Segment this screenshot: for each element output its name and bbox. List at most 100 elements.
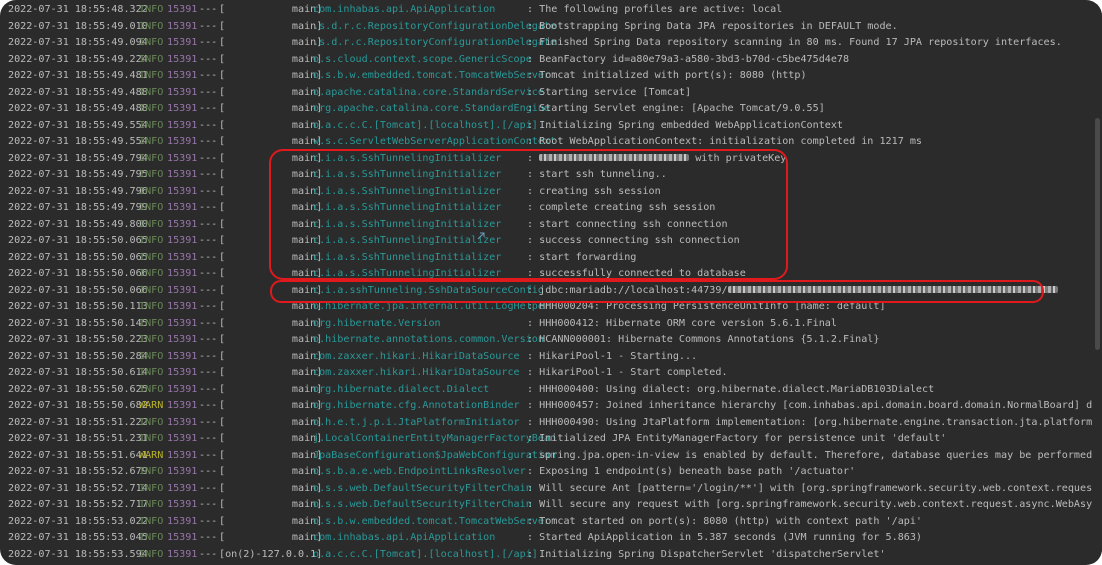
log-thread: [ main] (219, 119, 323, 131)
log-timestamp: 2022-07-31 18:55:49.488 (8, 103, 148, 114)
log-logger: org.apache.catalina.core.StandardEngine (313, 103, 551, 114)
log-separator: --- (199, 152, 218, 164)
log-logger: com.zaxxer.hikari.HikariDataSource (313, 350, 520, 362)
log-logger: o.s.b.w.embedded.tomcat.TomcatWebServer (313, 515, 551, 527)
log-message: : Will secure any request with [org.spri… (527, 499, 1092, 510)
log-line: 2022-07-31 18:55:49.799 INFO 15391 ---[ mai… (0, 200, 1092, 217)
log-level: INFO (139, 103, 164, 114)
log-separator: --- (199, 4, 218, 15)
log-timestamp: 2022-07-31 18:55:49.224 (8, 53, 148, 65)
log-separator: --- (199, 466, 218, 477)
log-timestamp: 2022-07-31 18:55:53.022 (8, 515, 148, 527)
scrollbar-thumb[interactable] (1095, 118, 1100, 350)
log-pid: 15391 (167, 103, 198, 114)
log-logger: c.i.a.s.SshTunnelingInitializer (313, 185, 502, 197)
log-output[interactable]: 2022-07-31 18:55:48.322 INFO 15391 ---[ mai… (0, 0, 1092, 565)
log-timestamp: 2022-07-31 18:55:50.065 (8, 235, 148, 246)
log-thread: [ main] (219, 383, 323, 395)
log-message: : Bootstrapping Spring Data JPA reposito… (527, 20, 898, 32)
log-line: 2022-07-31 18:55:49.794 INFO 15391 ---[ mai… (0, 151, 1092, 168)
log-message: : creating ssh session (527, 185, 661, 197)
log-line: 2022-07-31 18:55:52.679 INFO 15391 ---[ mai… (0, 464, 1092, 481)
log-level: INFO (139, 235, 164, 246)
log-pid: 15391 (167, 70, 198, 81)
redacted-host-blur (539, 154, 690, 161)
log-logger: o.a.c.c.C.[Tomcat].[localhost].[/api] (313, 119, 538, 131)
log-thread: [ main] (219, 136, 323, 147)
log-separator: --- (199, 400, 218, 411)
log-separator: --- (199, 103, 218, 114)
log-logger: c.i.a.s.SshTunnelingInitializer (313, 251, 502, 263)
log-separator: --- (199, 532, 218, 543)
log-separator: --- (199, 53, 218, 65)
log-timestamp: 2022-07-31 18:55:49.799 (8, 202, 148, 213)
log-line: 2022-07-31 18:55:52.714 INFO 15391 ---[ mai… (0, 481, 1092, 498)
log-timestamp: 2022-07-31 18:55:50.614 (8, 367, 148, 378)
log-line: 2022-07-31 18:55:49.800 INFO 15391 ---[ mai… (0, 217, 1092, 234)
log-pid: 15391 (167, 416, 198, 428)
log-timestamp: 2022-07-31 18:55:50.625 (8, 383, 148, 395)
log-separator: --- (199, 416, 218, 428)
vertical-scrollbar[interactable] (1092, 0, 1102, 565)
log-separator: --- (199, 482, 218, 494)
log-message: : Initializing Spring DispatcherServlet … (527, 548, 886, 560)
log-message: : BeanFactory id=a80e79a3-a580-3bd3-b70d… (527, 53, 850, 65)
log-message: : HCANN000001: Hibernate Commons Annotat… (527, 334, 880, 345)
log-logger: c.i.a.s.SshTunnelingInitializer (313, 268, 502, 279)
log-separator: --- (199, 202, 218, 213)
log-thread: [ main] (219, 235, 323, 246)
log-logger: o.s.s.web.DefaultSecurityFilterChain (313, 482, 532, 494)
log-thread: [ main] (219, 20, 323, 32)
log-timestamp: 2022-07-31 18:55:51.222 (8, 416, 148, 428)
log-timestamp: 2022-07-31 18:55:52.717 (8, 499, 148, 510)
log-separator: --- (199, 499, 218, 510)
log-timestamp: 2022-07-31 18:55:49.094 (8, 37, 148, 48)
log-line: 2022-07-31 18:55:50.065 INFO 15391 ---[ mai… (0, 250, 1092, 267)
log-line: 2022-07-31 18:55:49.488 INFO 15391 ---[ mai… (0, 85, 1092, 102)
log-timestamp: 2022-07-31 18:55:50.065 (8, 251, 148, 263)
log-separator: --- (199, 119, 218, 131)
log-line: 2022-07-31 18:55:48.322 INFO 15391 ---[ mai… (0, 2, 1092, 19)
log-logger: c.i.a.sshTunneling.SshDataSourceConfig (313, 284, 544, 296)
log-pid: 15391 (167, 185, 198, 197)
log-line: 2022-07-31 18:55:50.682 WARN 15391 ---[ mai… (0, 398, 1092, 415)
log-thread: [ main] (219, 350, 323, 362)
log-message: : jdbc:mariadb://localhost:44739/ (527, 283, 1058, 300)
log-timestamp: 2022-07-31 18:55:50.284 (8, 350, 148, 362)
log-message: : Tomcat started on port(s): 8080 (http)… (527, 515, 923, 527)
log-line: 2022-07-31 18:55:50.284 INFO 15391 ---[ mai… (0, 349, 1092, 366)
log-logger: c.i.a.s.SshTunnelingInitializer (313, 218, 502, 230)
log-pid: 15391 (167, 515, 198, 527)
log-thread: [ main] (219, 482, 323, 494)
log-pid: 15391 (167, 317, 198, 329)
log-message: : Root WebApplicationContext: initializa… (527, 136, 923, 147)
log-separator: --- (199, 350, 218, 362)
log-pid: 15391 (167, 301, 198, 312)
log-level: INFO (139, 169, 164, 180)
link-cursor-icon (477, 232, 485, 240)
log-timestamp: 2022-07-31 18:55:50.066 (8, 284, 148, 296)
log-thread: [ main] (219, 152, 323, 164)
log-message: : with privateKey (527, 152, 787, 164)
log-pid: 15391 (167, 334, 198, 345)
log-message: : Initialized JPA EntityManagerFactory f… (527, 433, 947, 444)
log-level: INFO (139, 482, 164, 494)
log-line: 2022-07-31 18:55:50.625 INFO 15391 ---[ mai… (0, 382, 1092, 399)
log-logger: c.i.a.s.SshTunnelingInitializer (313, 169, 502, 180)
log-pid: 15391 (167, 532, 198, 543)
log-pid: 15391 (167, 367, 198, 378)
log-timestamp: 2022-07-31 18:55:49.554 (8, 136, 148, 147)
log-message: : HHH000457: Joined inheritance hierarch… (527, 400, 1092, 411)
log-message: : successfully connected to database (527, 268, 746, 279)
log-level: INFO (139, 86, 164, 98)
log-thread: [ main] (219, 532, 323, 543)
log-line: 2022-07-31 18:55:53.022 INFO 15391 ---[ mai… (0, 514, 1092, 531)
log-pid: 15391 (167, 251, 198, 263)
log-timestamp: 2022-07-31 18:55:49.481 (8, 70, 148, 81)
log-level: INFO (139, 466, 164, 477)
log-level: INFO (139, 37, 164, 48)
log-pid: 15391 (167, 482, 198, 494)
log-pid: 15391 (167, 383, 198, 395)
log-level: INFO (139, 383, 164, 395)
log-line: 2022-07-31 18:55:50.065 INFO 15391 ---[ mai… (0, 233, 1092, 250)
